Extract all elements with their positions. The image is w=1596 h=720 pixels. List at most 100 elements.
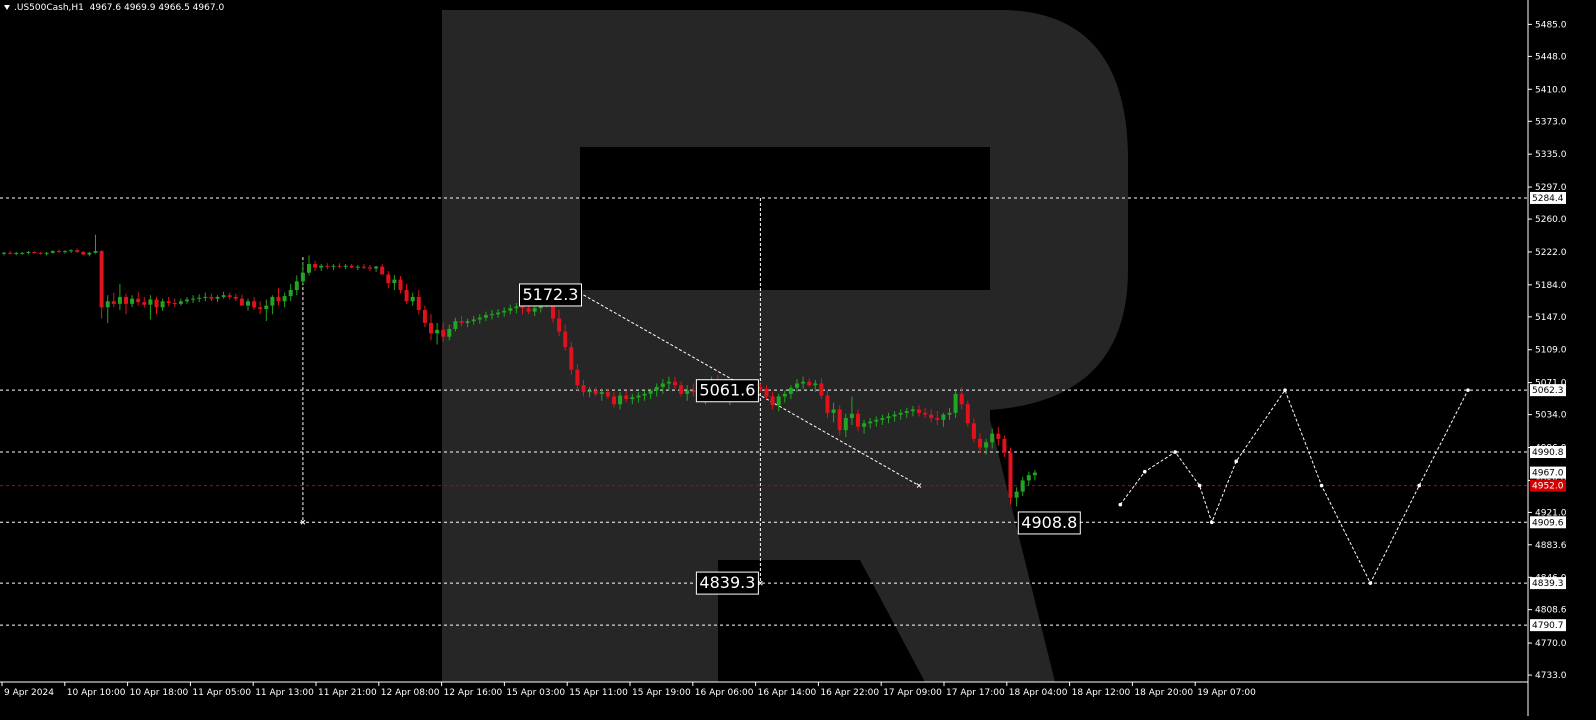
candle-body xyxy=(87,252,92,255)
candle-body xyxy=(105,301,110,308)
candle-body xyxy=(380,266,385,275)
candle-body xyxy=(978,438,982,448)
candle-body xyxy=(776,396,781,406)
candle-body xyxy=(374,266,379,269)
x-tick-label: 15 Apr 11:00 xyxy=(569,688,628,698)
candle-body xyxy=(758,386,763,389)
candle-body xyxy=(300,272,305,282)
candle-body xyxy=(160,301,165,308)
candle-body xyxy=(361,266,366,268)
candle-body xyxy=(856,413,860,427)
candle-body xyxy=(612,396,616,405)
candle-body xyxy=(892,414,897,417)
candle-body xyxy=(965,404,970,424)
candle-body xyxy=(795,383,799,388)
forecast-point xyxy=(1283,388,1287,392)
candle-body xyxy=(971,423,976,439)
candle-body xyxy=(441,329,446,337)
annotation-label: 4839.3 xyxy=(699,573,755,592)
candle-body xyxy=(953,393,958,413)
candle-body xyxy=(996,433,1001,439)
candle-body xyxy=(172,303,177,305)
candle-body xyxy=(886,416,891,419)
candle-body xyxy=(947,412,952,415)
candle-body xyxy=(1008,452,1013,498)
candle-body xyxy=(136,298,141,303)
candle-body xyxy=(32,251,37,253)
candle-body xyxy=(209,296,214,299)
forecast-point xyxy=(1142,469,1147,474)
y-tick-label: 4808.6 xyxy=(1535,606,1567,616)
candle-body xyxy=(191,298,196,300)
candle-body xyxy=(618,395,623,405)
candle-body xyxy=(26,251,31,253)
candle-body xyxy=(313,264,318,268)
candle-body xyxy=(50,251,55,253)
y-tick-label: 5410.0 xyxy=(1535,85,1567,95)
candle-body xyxy=(788,387,793,394)
candle-body xyxy=(166,301,171,304)
forecast-point xyxy=(1368,581,1373,585)
candle-body xyxy=(685,390,690,394)
quote-price-label: 4967.0 xyxy=(1532,469,1564,479)
y-tick-label: 5297.0 xyxy=(1535,183,1567,193)
x-tick-label: 18 Apr 20:00 xyxy=(1134,688,1193,698)
x-tick-label: 11 Apr 21:00 xyxy=(318,688,377,698)
candle-body xyxy=(1014,491,1019,498)
candle-body xyxy=(575,369,580,386)
candle-body xyxy=(453,321,458,329)
x-tick-label: 17 Apr 17:00 xyxy=(946,688,1005,698)
candle-body xyxy=(636,395,641,398)
candle-body xyxy=(117,296,122,304)
forecast-point xyxy=(1234,459,1238,464)
forecast-point xyxy=(1210,520,1214,525)
candle-body xyxy=(813,383,818,386)
forecast-point xyxy=(1417,483,1421,488)
candle-body xyxy=(490,314,494,316)
candle-body xyxy=(233,296,238,299)
candle-body xyxy=(648,390,653,394)
x-tick-label: 11 Apr 05:00 xyxy=(192,688,251,698)
candle-body xyxy=(215,296,220,299)
y-tick-label: 5184.0 xyxy=(1535,281,1567,291)
x-tick-label: 10 Apr 10:00 xyxy=(67,688,126,698)
candle-body xyxy=(520,306,525,309)
forecast-point xyxy=(1319,483,1324,488)
candle-body xyxy=(319,265,324,268)
candle-body xyxy=(386,274,391,284)
candle-body xyxy=(258,307,263,310)
candle-body xyxy=(929,414,934,419)
x-tick-label: 16 Apr 22:00 xyxy=(820,688,879,698)
candle-body xyxy=(483,315,488,318)
candle-body xyxy=(75,250,80,252)
candle-body xyxy=(410,296,415,302)
candle-body xyxy=(874,419,879,422)
forecast-point xyxy=(1118,502,1123,507)
chart-svg[interactable]: 5172.3 5061.6 4908.8 4839.3 5485.0 5448.0 541… xyxy=(0,0,1596,716)
y-tick-label: 5260.0 xyxy=(1535,215,1567,225)
candle-body xyxy=(837,409,842,431)
candle-body xyxy=(605,392,610,397)
candle-body xyxy=(526,308,531,312)
candle-body xyxy=(1032,472,1037,476)
price-chart[interactable]: 5172.3 5061.6 4908.8 4839.3 5485.0 5448.0 541… xyxy=(0,0,1596,716)
candle-body xyxy=(941,414,946,420)
candle-body xyxy=(532,308,537,312)
y-tick-label: 5448.0 xyxy=(1535,52,1567,62)
candle-body xyxy=(910,409,915,412)
x-tick-label: 9 Apr 2024 xyxy=(4,688,54,698)
candle-body xyxy=(227,295,232,297)
candle-body xyxy=(508,308,513,311)
x-tick-label: 12 Apr 16:00 xyxy=(444,688,503,698)
candle-body xyxy=(465,321,470,323)
candle-body xyxy=(959,393,964,405)
candle-body xyxy=(660,383,665,387)
candle-body xyxy=(563,331,568,348)
candle-body xyxy=(801,381,806,384)
candle-body xyxy=(99,251,104,308)
y-tick-label: 5373.0 xyxy=(1535,117,1567,127)
candle-body xyxy=(252,301,257,308)
candle-body xyxy=(502,310,507,313)
candle-body xyxy=(770,396,775,406)
candle-body xyxy=(325,265,330,267)
